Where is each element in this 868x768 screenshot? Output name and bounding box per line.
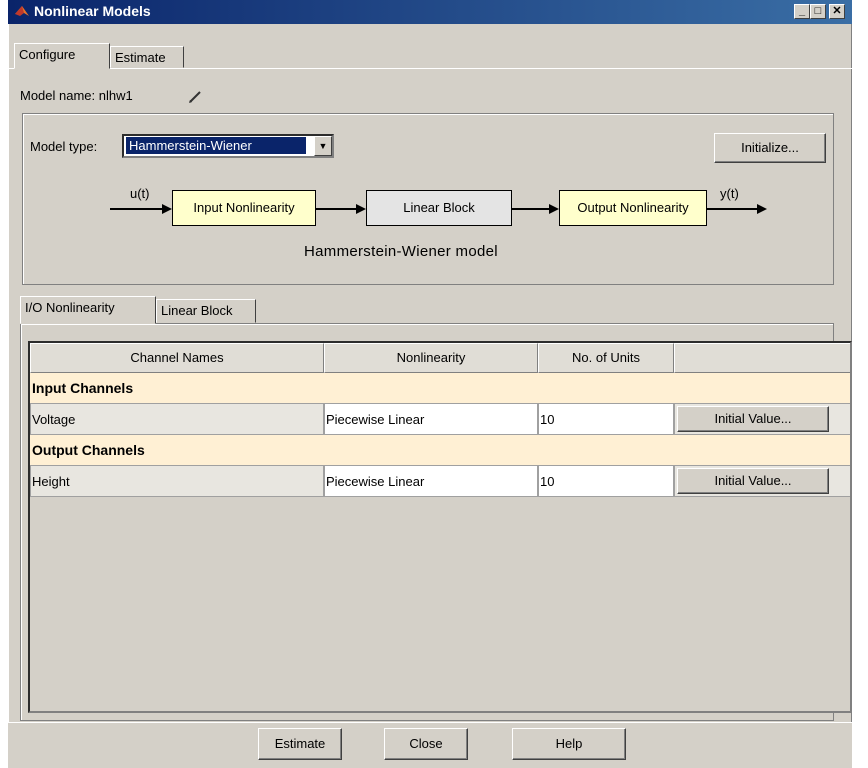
table-row-voltage-nonlinearity[interactable]: Piecewise Linear <box>324 403 538 435</box>
maximize-button[interactable]: □ <box>810 4 826 19</box>
tab-linear-block[interactable]: Linear Block <box>156 299 256 323</box>
initialize-button[interactable]: Initialize... <box>714 133 826 163</box>
tab-io-nonlinearity[interactable]: I/O Nonlinearity <box>20 296 156 324</box>
tab-estimate-label: Estimate <box>115 50 166 65</box>
input-signal-label: u(t) <box>130 186 150 201</box>
nonlinear-models-window: Nonlinear Models _ □ ✕ Configure Estimat… <box>8 0 852 768</box>
arrow-line-3 <box>512 208 550 210</box>
table-row-height-nonlinearity[interactable]: Piecewise Linear <box>324 465 538 497</box>
model-name-label: Model name: nlhw1 <box>20 88 133 103</box>
table-row-height-units[interactable]: 10 <box>538 465 674 497</box>
tab-panel-border <box>8 68 852 69</box>
input-arrow-line <box>110 208 162 210</box>
linear-block: Linear Block <box>366 190 512 226</box>
output-nonlinearity-block: Output Nonlinearity <box>559 190 707 226</box>
arrow-line-2 <box>316 208 356 210</box>
table-row-voltage-name[interactable]: Voltage <box>30 403 324 435</box>
output-arrowhead <box>757 204 767 214</box>
input-nonlinearity-block: Input Nonlinearity <box>172 190 316 226</box>
tab-configure-label: Configure <box>19 47 76 62</box>
section-output-channels: Output Channels <box>30 435 850 465</box>
arrowhead-3 <box>549 204 559 214</box>
model-type-select[interactable]: Hammerstein-Wiener ▼ <box>122 134 334 158</box>
input-arrowhead <box>162 204 172 214</box>
tab-linear-block-label: Linear Block <box>161 303 233 318</box>
model-type-label: Model type: <box>30 139 98 154</box>
output-signal-label: y(t) <box>720 186 739 201</box>
window-title: Nonlinear Models <box>34 3 151 19</box>
output-arrow-line <box>707 208 757 210</box>
section-input-channels: Input Channels <box>30 373 850 403</box>
title-bar[interactable]: Nonlinear Models _ □ ✕ <box>8 0 852 24</box>
diagram-caption: Hammerstein-Wiener model <box>304 243 498 260</box>
column-header-nonlinearity[interactable]: Nonlinearity <box>324 343 538 373</box>
initial-value-button-height[interactable]: Initial Value... <box>677 468 829 494</box>
tab-io-nonlinearity-label: I/O Nonlinearity <box>25 300 115 315</box>
minimize-button[interactable]: _ <box>794 4 810 19</box>
close-window-button[interactable]: ✕ <box>829 4 845 19</box>
channel-table[interactable]: Channel Names Nonlinearity No. of Units … <box>28 341 852 713</box>
matlab-icon <box>15 6 29 16</box>
column-header-actions[interactable] <box>674 343 850 373</box>
estimate-button[interactable]: Estimate <box>258 728 342 760</box>
column-header-channel-names[interactable]: Channel Names <box>30 343 324 373</box>
table-row-height-name[interactable]: Height <box>30 465 324 497</box>
table-row-voltage-units[interactable]: 10 <box>538 403 674 435</box>
help-button[interactable]: Help <box>512 728 626 760</box>
arrowhead-2 <box>356 204 366 214</box>
close-button[interactable]: Close <box>384 728 468 760</box>
tab-estimate[interactable]: Estimate <box>110 46 184 68</box>
chevron-down-icon[interactable]: ▼ <box>314 136 332 156</box>
column-header-units[interactable]: No. of Units <box>538 343 674 373</box>
initial-value-button-voltage[interactable]: Initial Value... <box>677 406 829 432</box>
footer-bar: Estimate Close Help <box>8 722 852 768</box>
model-type-value: Hammerstein-Wiener <box>126 137 306 154</box>
pencil-icon[interactable] <box>188 90 202 104</box>
tab-configure[interactable]: Configure <box>14 43 110 69</box>
